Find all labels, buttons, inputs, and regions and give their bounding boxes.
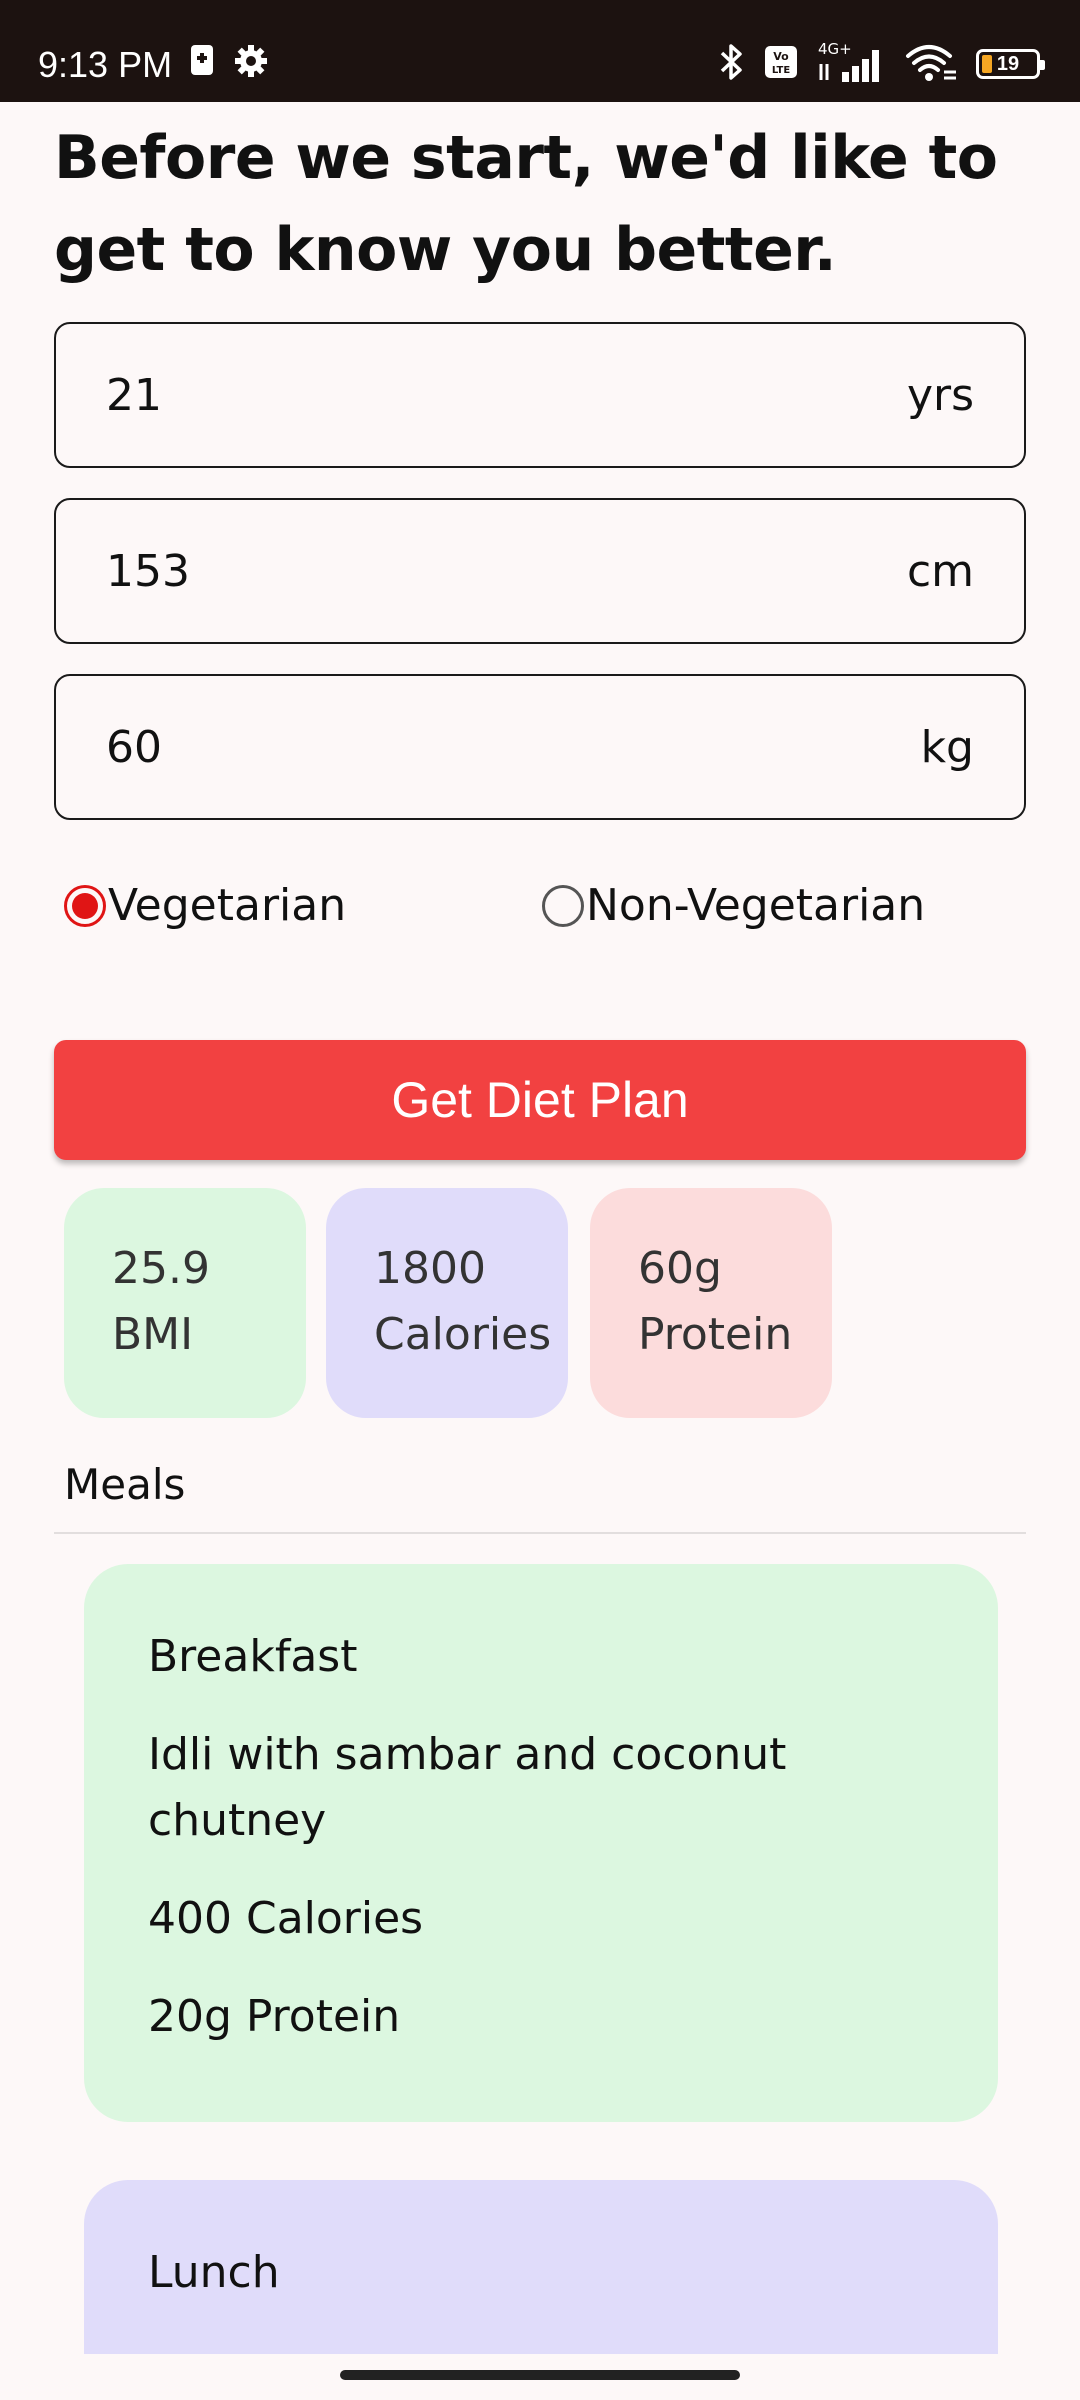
meal-description: Idli with sambar and coconut chutney <box>148 1729 787 1846</box>
stat-card-protein: 60g Protein <box>590 1188 832 1418</box>
stat-card-bmi: 25.9 BMI <box>64 1188 306 1418</box>
meal-protein: 20g Protein <box>148 1991 401 2042</box>
meals-section-title: Meals <box>64 1460 186 1509</box>
radio-selected-icon <box>64 884 106 927</box>
volte-icon: Vo LTE <box>764 45 798 84</box>
stat-label: BMI <box>112 1309 194 1360</box>
gesture-nav-handle[interactable] <box>340 2370 740 2380</box>
divider <box>54 1532 1026 1534</box>
bluetooth-icon <box>716 42 746 87</box>
wifi-icon <box>904 42 958 87</box>
age-field[interactable]: 21 yrs <box>54 322 1026 468</box>
weight-field[interactable]: 60 kg <box>54 674 1026 820</box>
svg-text:Vo: Vo <box>773 50 789 63</box>
svg-text:LTE: LTE <box>772 65 791 76</box>
weight-value: 60 <box>106 721 162 773</box>
meal-card-lunch: Lunch <box>84 2180 998 2354</box>
age-unit: yrs <box>906 369 974 421</box>
meal-name: Breakfast <box>148 1631 358 1682</box>
battery-level: 19 <box>996 52 1020 75</box>
age-value: 21 <box>106 369 162 421</box>
radio-vegetarian[interactable]: Vegetarian <box>64 880 346 931</box>
stat-value: 1800 <box>374 1243 486 1294</box>
height-value: 153 <box>106 545 190 597</box>
radio-vegetarian-label: Vegetarian <box>108 880 347 931</box>
radio-non-vegetarian[interactable]: Non-Vegetarian <box>542 880 925 931</box>
settings-icon <box>234 44 268 83</box>
signal-icon: 4G+ <box>816 40 886 89</box>
get-diet-plan-button[interactable]: Get Diet Plan <box>54 1040 1026 1160</box>
meal-card-breakfast: Breakfast Idli with sambar and coconut c… <box>84 1564 998 2122</box>
stat-label: Protein <box>638 1309 793 1360</box>
battery-icon: 19 <box>976 49 1045 79</box>
content-scroll[interactable]: Before we start, we'd like to get to kno… <box>0 102 1080 2354</box>
status-time: 9:13 PM <box>38 44 173 85</box>
weight-unit: kg <box>920 721 974 773</box>
radio-unselected-icon <box>542 884 584 927</box>
stat-card-calories: 1800 Calories <box>326 1188 568 1418</box>
height-field[interactable]: 153 cm <box>54 498 1026 644</box>
page-title: Before we start, we'd like to get to kno… <box>54 123 998 285</box>
stat-value: 25.9 <box>112 1243 210 1294</box>
sim-icon <box>190 44 214 81</box>
stat-label: Calories <box>374 1309 552 1360</box>
svg-text:4G+: 4G+ <box>818 40 852 58</box>
height-unit: cm <box>906 545 974 597</box>
radio-non-vegetarian-label: Non-Vegetarian <box>586 880 926 931</box>
meal-calories: 400 Calories <box>148 1893 424 1944</box>
status-bar: 9:13 PM Vo LTE 4G+ 19 <box>0 0 1080 102</box>
stat-value: 60g <box>638 1243 722 1294</box>
meal-name: Lunch <box>148 2247 280 2298</box>
